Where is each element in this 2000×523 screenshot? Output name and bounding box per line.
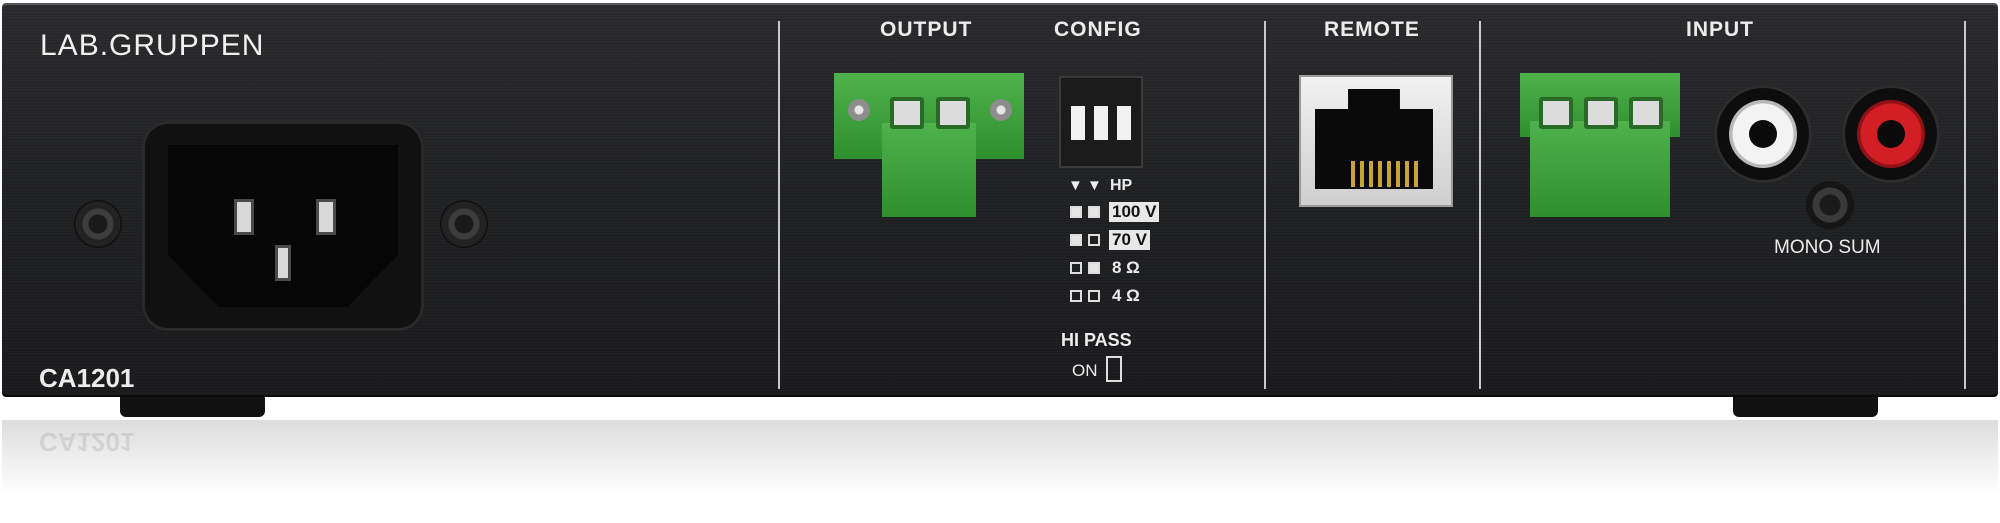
output-right-screw-icon (990, 99, 1012, 121)
right-mount-screw-icon (440, 200, 488, 248)
mode4-switch-a (1070, 290, 1082, 302)
section-divider-3 (1479, 21, 1481, 389)
section-divider-1 (778, 21, 780, 389)
mode-4ohm-label: 4 Ω (1112, 286, 1140, 305)
config-header: CONFIG (1054, 18, 1142, 41)
hi-pass-switch-icon (1106, 356, 1122, 382)
input-terminal-plug (1530, 121, 1670, 217)
dip-switch-3[interactable] (1117, 106, 1131, 140)
mode-100v-label: 100 V (1109, 202, 1160, 222)
input-slot-3 (1629, 97, 1663, 129)
hi-pass-label: HI PASS (1061, 330, 1132, 350)
config-arrow-marks: ▼ ▼ (1068, 177, 1102, 194)
mono-sum-switch-icon[interactable] (1806, 181, 1854, 229)
mode3-switch-b (1088, 262, 1100, 274)
surface-reflection: CA1201 (2, 420, 1998, 520)
hi-pass-on-label: ON (1072, 361, 1098, 380)
rj45-contacts (1351, 161, 1421, 187)
left-mount-screw-icon (74, 200, 122, 248)
mode-8ohm-label: 8 Ω (1112, 258, 1140, 277)
rca-right-ring (1857, 100, 1925, 168)
mode4-switch-b (1088, 290, 1100, 302)
reflection-model-text: CA1201 (39, 427, 135, 457)
remote-header: REMOTE (1324, 18, 1420, 41)
mode2-switch-a (1070, 234, 1082, 246)
rj45-opening (1315, 89, 1433, 189)
iec-pin-earth (275, 245, 291, 281)
rca-left-jack-icon[interactable] (1714, 85, 1812, 183)
mode1-switch-a (1070, 206, 1082, 218)
config-dip-switch-icon[interactable] (1059, 76, 1143, 168)
brand-logo: LAB.GRUPPEN (40, 29, 265, 62)
mode1-switch-b (1088, 206, 1100, 218)
amplifier-rear-panel: LAB.GRUPPEN CA1201 OUTPUT CONFIG ▼ ▼ HP … (2, 3, 1998, 397)
section-divider-2 (1264, 21, 1266, 389)
model-label: CA1201 (39, 363, 135, 393)
rca-right-center (1877, 120, 1905, 148)
rca-right-jack-icon[interactable] (1842, 85, 1940, 183)
iec-power-inlet-icon[interactable] (142, 121, 424, 331)
input-header: INPUT (1686, 18, 1754, 41)
mode3-switch-a (1070, 262, 1082, 274)
input-slot-2 (1584, 97, 1618, 129)
mode-70v-label: 70 V (1109, 230, 1150, 250)
mode2-switch-b (1088, 234, 1100, 246)
iec-pin-neutral (316, 199, 336, 235)
output-terminal-plug (882, 123, 976, 217)
output-header: OUTPUT (880, 18, 973, 41)
config-hp-label: HP (1110, 177, 1133, 194)
section-divider-4 (1964, 21, 1966, 389)
rca-left-center (1749, 120, 1777, 148)
output-slot-1 (890, 97, 924, 129)
iec-socket-recess (168, 145, 398, 307)
right-rubber-foot (1733, 397, 1878, 417)
dip-switch-1[interactable] (1071, 106, 1085, 140)
rca-left-ring (1729, 100, 1797, 168)
iec-pin-live (234, 199, 254, 235)
mono-sum-label: MONO SUM (1774, 237, 1881, 258)
rj45-port-icon[interactable] (1299, 75, 1453, 207)
input-slot-1 (1539, 97, 1573, 129)
output-slot-2 (936, 97, 970, 129)
dip-switch-2[interactable] (1094, 106, 1108, 140)
left-rubber-foot (120, 397, 265, 417)
output-left-screw-icon (848, 99, 870, 121)
